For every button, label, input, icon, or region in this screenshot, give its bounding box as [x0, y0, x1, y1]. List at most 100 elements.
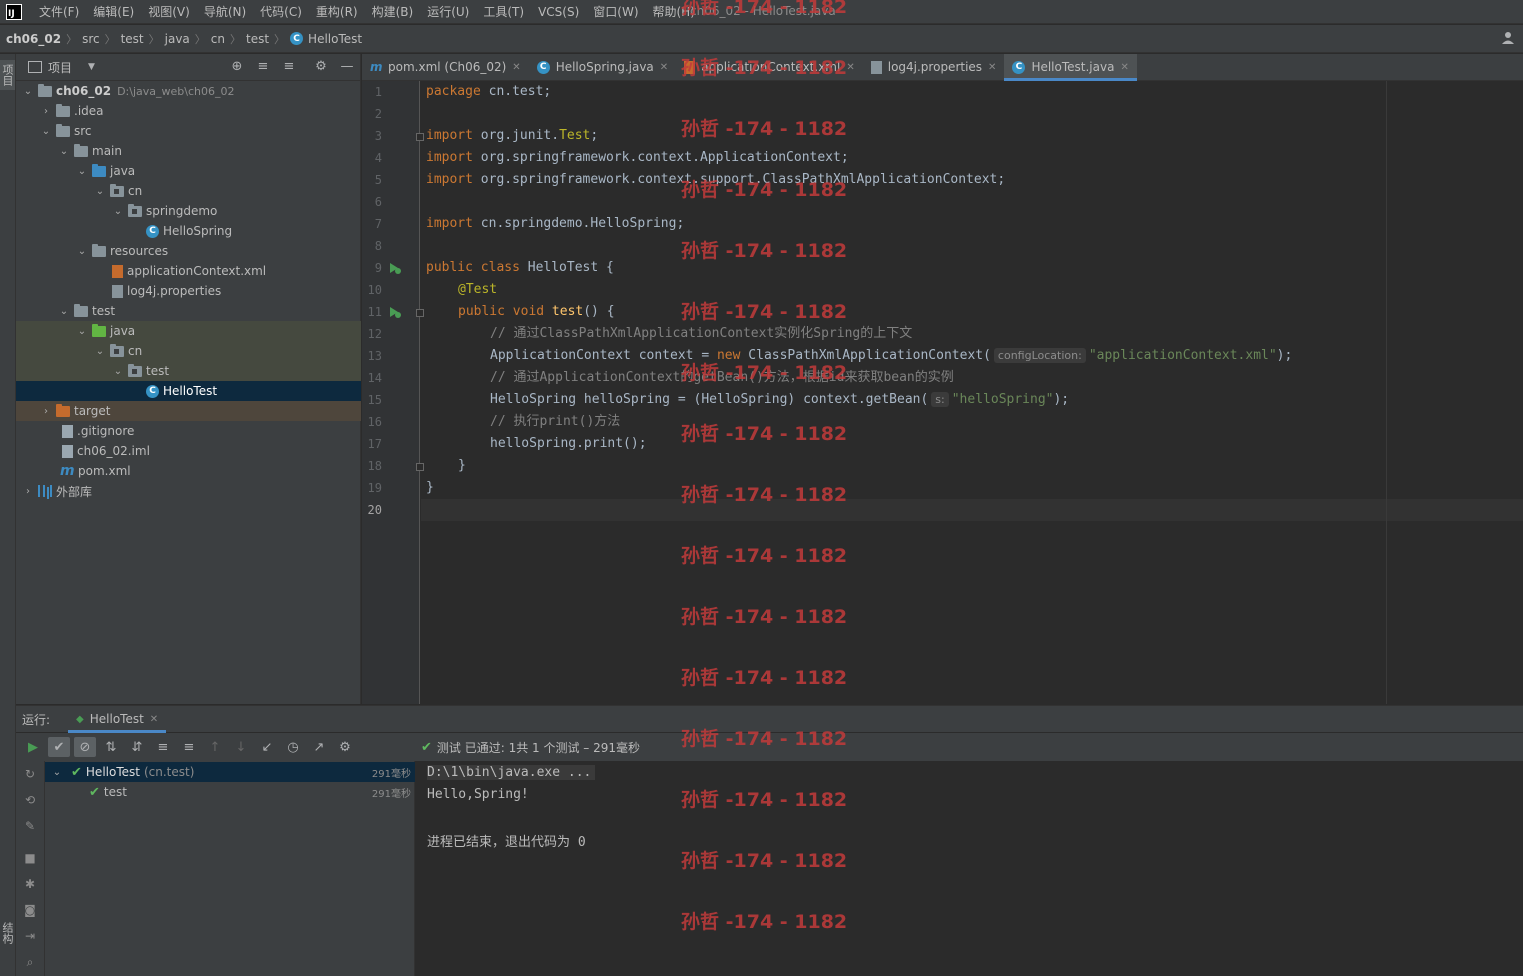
next-test-icon[interactable]: ↓ — [230, 737, 252, 757]
tab-applicationcontext-xml[interactable]: applicationContext.xml ✕ — [676, 54, 863, 81]
rerun-failed-icon[interactable]: ↻ — [23, 767, 37, 781]
menu-edit[interactable]: 编辑(E) — [86, 0, 141, 24]
tree-item-resources[interactable]: ⌄ resources — [16, 241, 361, 261]
fold-marker-icon[interactable] — [416, 133, 424, 141]
exit-icon[interactable]: ⇥ — [23, 929, 37, 943]
menu-navigate[interactable]: 导航(N) — [197, 0, 253, 24]
menu-refactor[interactable]: 重构(R) — [309, 0, 365, 24]
tree-item-test-java[interactable]: ⌄ java — [16, 321, 361, 341]
fold-marker-icon[interactable] — [416, 463, 424, 471]
user-icon[interactable] — [1501, 31, 1515, 45]
settings-gear-icon[interactable]: ⚙ — [334, 737, 356, 757]
menu-tools[interactable]: 工具(T) — [476, 0, 531, 24]
close-icon[interactable]: ✕ — [150, 714, 158, 725]
menu-build[interactable]: 构建(B) — [365, 0, 421, 24]
console-command-line[interactable]: D:\1\bin\java.exe ... — [427, 765, 596, 780]
tab-hellospring[interactable]: C HelloSpring.java ✕ — [529, 54, 677, 81]
hide-icon[interactable]: — — [340, 60, 354, 74]
tree-item-target[interactable]: › target — [16, 401, 361, 421]
chevron-down-icon[interactable]: ⌄ — [22, 86, 34, 97]
tree-item-hellospring[interactable]: C HelloSpring — [16, 221, 361, 241]
tab-log4j-properties[interactable]: log4j.properties ✕ — [863, 54, 1005, 81]
dropdown-icon[interactable]: ▼ — [88, 62, 95, 72]
chevron-down-icon[interactable]: ⌄ — [112, 206, 124, 217]
menu-run[interactable]: 运行(U) — [420, 0, 476, 24]
debug-icon[interactable]: ✱ — [23, 877, 37, 891]
project-panel-title[interactable]: 项目 — [48, 59, 72, 76]
tree-item-external-libraries[interactable]: › 外部库 — [16, 481, 361, 501]
chevron-down-icon[interactable]: ⌄ — [58, 146, 70, 157]
breadcrumb-java[interactable]: java — [165, 32, 190, 46]
close-icon[interactable]: ✕ — [512, 62, 520, 73]
menu-vcs[interactable]: VCS(S) — [531, 0, 586, 24]
chevron-down-icon[interactable]: ⌄ — [112, 366, 124, 377]
rerun-icon[interactable]: ▶ — [22, 737, 44, 757]
chevron-down-icon[interactable]: ⌄ — [94, 186, 106, 197]
expand-all-icon[interactable]: ≡ — [256, 60, 270, 74]
chevron-down-icon[interactable]: ⌄ — [49, 767, 65, 778]
breadcrumb-src[interactable]: src — [82, 32, 100, 46]
close-icon[interactable]: ✕ — [660, 62, 668, 73]
chevron-down-icon[interactable]: ⌄ — [76, 326, 88, 337]
chevron-down-icon[interactable]: ⌄ — [58, 306, 70, 317]
menu-view[interactable]: 视图(V) — [141, 0, 197, 24]
chevron-right-icon[interactable]: › — [40, 406, 52, 417]
chevron-down-icon[interactable]: ⌄ — [76, 246, 88, 257]
locate-icon[interactable]: ⊕ — [230, 60, 244, 74]
expand-all-icon[interactable]: ≡ — [152, 737, 174, 757]
tree-item-main[interactable]: ⌄ main — [16, 141, 361, 161]
menu-window[interactable]: 窗口(W) — [586, 0, 645, 24]
run-test-method-icon[interactable] — [388, 305, 402, 319]
test-row-hellotest[interactable]: ⌄ ✔ HelloTest (cn.test) 291毫秒 — [45, 762, 415, 782]
previous-test-icon[interactable]: ↑ — [204, 737, 226, 757]
chevron-right-icon[interactable]: › — [40, 106, 52, 117]
console-output[interactable]: D:\1\bin\java.exe ... Hello,Spring! 进程已结… — [415, 761, 1523, 976]
tree-item-springdemo[interactable]: ⌄ springdemo — [16, 201, 361, 221]
test-row-test[interactable]: ✔ test 291毫秒 — [45, 782, 415, 802]
camera-icon[interactable]: ◙ — [23, 903, 37, 917]
tree-item-ch06-02[interactable]: ⌄ ch06_02 D:\java_web\ch06_02 — [16, 81, 361, 101]
import-tests-icon[interactable]: ↙ — [256, 737, 278, 757]
tree-item-applicationcontext-xml[interactable]: applicationContext.xml — [16, 261, 361, 281]
collapse-all-icon[interactable]: ≡ — [282, 60, 296, 74]
sort-duration-icon[interactable]: ⇵ — [126, 737, 148, 757]
menu-file[interactable]: 文件(F) — [32, 0, 86, 24]
close-icon[interactable]: ✕ — [988, 62, 996, 73]
tree-item-pom-xml[interactable]: m pom.xml — [16, 461, 361, 481]
chevron-down-icon[interactable]: ⌄ — [76, 166, 88, 177]
tree-item-gitignore[interactable]: .gitignore — [16, 421, 361, 441]
tab-hellotest[interactable]: C HelloTest.java ✕ — [1004, 53, 1138, 81]
breadcrumb-cn[interactable]: cn — [211, 32, 225, 46]
breadcrumb-class[interactable]: C HelloTest — [290, 32, 362, 46]
tab-pom-xml[interactable]: m pom.xml (Ch06_02) ✕ — [362, 54, 529, 81]
tree-item-hellotest[interactable]: C HelloTest — [16, 381, 361, 401]
breadcrumb-test[interactable]: test — [121, 32, 144, 46]
menu-code[interactable]: 代码(C) — [253, 0, 309, 24]
show-passed-icon[interactable]: ✔ — [48, 737, 70, 757]
history-icon[interactable]: ◷ — [282, 737, 304, 757]
tree-item-src[interactable]: ⌄ src — [16, 121, 361, 141]
run-tab-hellotest[interactable]: ◆ HelloTest ✕ — [68, 706, 167, 733]
close-icon[interactable]: ✕ — [1120, 62, 1128, 73]
sort-alpha-icon[interactable]: ⇅ — [100, 737, 122, 757]
fold-marker-icon[interactable] — [416, 309, 424, 317]
chevron-down-icon[interactable]: ⌄ — [40, 126, 52, 137]
tree-item-log4j-properties[interactable]: log4j.properties — [16, 281, 361, 301]
tree-item-iml[interactable]: ch06_02.iml — [16, 441, 361, 461]
chevron-right-icon[interactable]: › — [22, 486, 34, 497]
wrench-icon[interactable]: ✎ — [23, 819, 37, 833]
toggle-auto-test-icon[interactable]: ⟲ — [23, 793, 37, 807]
tree-item-test[interactable]: ⌄ test — [16, 301, 361, 321]
tree-item-test-cn[interactable]: ⌄ cn — [16, 341, 361, 361]
stop-icon[interactable]: ■ — [23, 851, 37, 865]
show-ignored-icon[interactable]: ⊘ — [74, 737, 96, 757]
collapse-all-icon[interactable]: ≡ — [178, 737, 200, 757]
export-icon[interactable]: ↗ — [308, 737, 330, 757]
gear-icon[interactable]: ⚙ — [314, 60, 328, 74]
structure-tool-tab[interactable]: 结构 — [0, 922, 15, 944]
code-editor[interactable]: 1 2 3 4 5 6 7 8 9 10 11 12 13 14 15 16 1… — [362, 81, 1523, 704]
tree-item-idea[interactable]: › .idea — [16, 101, 361, 121]
run-test-class-icon[interactable] — [388, 261, 402, 275]
tree-item-main-java[interactable]: ⌄ java — [16, 161, 361, 181]
project-tool-tab[interactable]: 项目 — [0, 60, 15, 90]
